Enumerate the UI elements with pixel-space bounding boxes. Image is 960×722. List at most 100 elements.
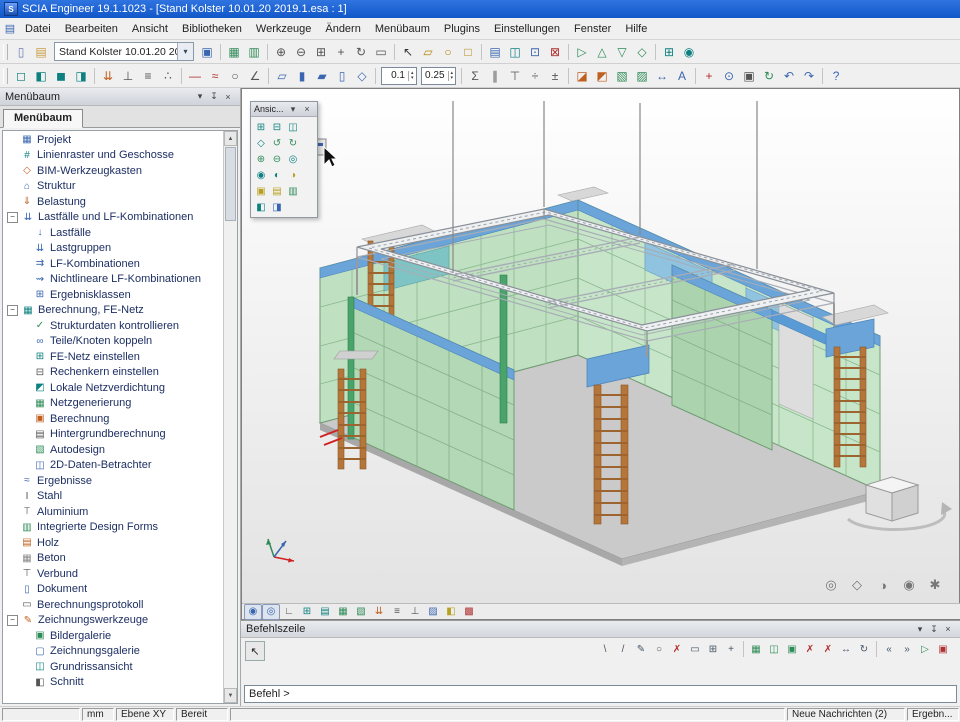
view-settings-gear-icon[interactable]: ✱ xyxy=(925,575,945,595)
lock-view-icon[interactable]: ▣ xyxy=(739,66,759,86)
refresh-icon[interactable]: ↻ xyxy=(759,66,779,86)
palette-menu-icon[interactable]: ▾ xyxy=(286,104,300,115)
tree-item[interactable]: ▤Hintergrundberechnung xyxy=(3,427,223,443)
grid-icon[interactable]: ⊞ xyxy=(659,42,679,62)
tree-item[interactable]: ⌂Struktur xyxy=(3,179,223,195)
snap-step-spinner[interactable]: 0.1▴▾ xyxy=(381,67,417,85)
menu-item[interactable]: Einstellungen xyxy=(487,20,567,38)
expand-collapse-icon[interactable]: − xyxy=(7,615,18,626)
view-y-icon[interactable]: △ xyxy=(592,42,612,62)
view-front-icon[interactable]: ⊟ xyxy=(269,119,285,135)
move-command-icon[interactable]: ↔ xyxy=(837,640,855,658)
status-segment[interactable]: Neue Nachrichten (2) xyxy=(787,708,905,721)
pan-icon[interactable]: + xyxy=(331,42,351,62)
select-circle-icon[interactable]: ○ xyxy=(438,42,458,62)
menu-item[interactable]: Bibliotheken xyxy=(175,20,249,38)
open-project-icon[interactable]: ▤ xyxy=(31,42,51,62)
beam-icon[interactable]: ▱ xyxy=(272,66,292,86)
isolate-icon[interactable]: ◩ xyxy=(592,66,612,86)
rotate-view-icon[interactable]: ↻ xyxy=(351,42,371,62)
rotate-right-icon[interactable]: ↻ xyxy=(285,135,301,151)
redo-icon[interactable]: ↷ xyxy=(799,66,819,86)
tree-item[interactable]: ◫Grundrissansicht xyxy=(3,659,223,675)
delete-command-icon[interactable]: ✗ xyxy=(819,640,837,658)
zoom-in-icon[interactable]: ⊕ xyxy=(271,42,291,62)
tab-menubaum[interactable]: Menübaum xyxy=(3,109,83,128)
dock-menu-icon[interactable]: ▾ xyxy=(193,91,207,102)
menu-item[interactable]: Plugins xyxy=(437,20,487,38)
tree-item[interactable]: ▢Zeichnungsgalerie xyxy=(3,644,223,660)
title-bar[interactable]: S SCIA Engineer 19.1.1023 - [Stand Kolst… xyxy=(0,0,960,18)
previous-view-icon[interactable]: ◑ xyxy=(285,167,301,183)
label-toggle-icon[interactable]: ≡ xyxy=(388,604,406,620)
grid-step-spinner[interactable]: 0.25▴▾ xyxy=(421,67,457,85)
tree-item[interactable]: −⇊Lastfälle und LF-Kombinationen xyxy=(3,210,223,226)
support-toggle-icon[interactable]: ⊥ xyxy=(406,604,424,620)
spinner-arrows-icon[interactable]: ▴▾ xyxy=(408,71,416,81)
ortho-command-icon[interactable]: + xyxy=(722,640,740,658)
scroll-down-icon[interactable]: ▼ xyxy=(224,688,237,703)
snap-point-icon[interactable]: ▦ xyxy=(747,640,765,658)
save-view-icon[interactable]: ▥ xyxy=(285,183,301,199)
ucs-icon[interactable]: + xyxy=(699,66,719,86)
show-supports-icon[interactable]: ⊥ xyxy=(118,66,138,86)
perspective-icon[interactable]: ◉ xyxy=(899,575,919,595)
tree-item[interactable]: ⇉LF-Kombinationen xyxy=(3,256,223,272)
divide-icon[interactable]: ÷ xyxy=(525,66,545,86)
tree-item[interactable]: ▣Berechnung xyxy=(3,411,223,427)
menu-item[interactable]: Hilfe xyxy=(618,20,654,38)
snap-icon[interactable]: ◉ xyxy=(679,42,699,62)
tree-item[interactable]: ▣Bildergalerie xyxy=(3,628,223,644)
print-view-icon[interactable]: ▤ xyxy=(269,183,285,199)
tree-item[interactable]: ▭Berechnungsprotokoll xyxy=(3,597,223,613)
axes-toggle-icon[interactable]: ∟ xyxy=(280,604,298,620)
origin-icon[interactable]: ⊙ xyxy=(719,66,739,86)
erase-command-icon[interactable]: ✗ xyxy=(668,640,686,658)
tree-item[interactable]: ▦Beton xyxy=(3,551,223,567)
new-project-icon[interactable]: ▯ xyxy=(11,42,31,62)
view-axo-icon[interactable]: ◇ xyxy=(253,135,269,151)
tree-item[interactable]: ⊞Ergebnisklassen xyxy=(3,287,223,303)
hide-selection-icon[interactable]: ◪ xyxy=(572,66,592,86)
tree-item[interactable]: ▦Netzgenerierung xyxy=(3,396,223,412)
line-tool-icon[interactable]: — xyxy=(185,66,205,86)
zoom-window-palette-icon[interactable]: ◎ xyxy=(285,151,301,167)
curve-tool-icon[interactable]: ≈ xyxy=(205,66,225,86)
circle-command-icon[interactable]: ○ xyxy=(650,640,668,658)
show-nodes-icon[interactable]: ∴ xyxy=(158,66,178,86)
tree-item[interactable]: ≈Ergebnisse xyxy=(3,473,223,489)
toolbar-grip[interactable] xyxy=(3,68,8,84)
tree-item[interactable]: ▤Holz xyxy=(3,535,223,551)
mesh-display-icon[interactable]: ▨ xyxy=(632,66,652,86)
tree-item[interactable]: ◩Lokale Netzverdichtung xyxy=(3,380,223,396)
status-segment[interactable]: Ebene XY xyxy=(116,708,174,721)
command-menu-icon[interactable]: ▾ xyxy=(913,624,927,635)
wireframe-icon[interactable]: ◻ xyxy=(11,66,31,86)
rendered-icon[interactable]: ◼ xyxy=(51,66,71,86)
tree-item[interactable]: #Linienraster und Geschosse xyxy=(3,148,223,164)
pen-command-icon[interactable]: ✎ xyxy=(632,640,650,658)
cursor-tool-button[interactable]: ↖ xyxy=(245,641,265,661)
snap-mid-icon[interactable]: ◫ xyxy=(765,640,783,658)
mesh-toggle-icon[interactable]: ▨ xyxy=(424,604,442,620)
command-input[interactable]: Befehl > xyxy=(244,685,957,703)
layers-icon[interactable]: ▤ xyxy=(485,42,505,62)
tree-item[interactable]: −▦Berechnung, FE-Netz xyxy=(3,303,223,319)
tree-item[interactable]: ▯Dokument xyxy=(3,582,223,598)
view-z-icon[interactable]: ▽ xyxy=(612,42,632,62)
section-toggle-icon[interactable]: ◧ xyxy=(442,604,460,620)
select-command-icon[interactable]: \ xyxy=(596,640,614,658)
nav-cube-toggle-icon[interactable]: ◇ xyxy=(847,575,867,595)
toolbar-grip[interactable] xyxy=(3,44,8,60)
menu-item[interactable]: Menübaum xyxy=(368,20,437,38)
rect-command-icon[interactable]: ▭ xyxy=(686,640,704,658)
view-x-icon[interactable]: ▷ xyxy=(572,42,592,62)
plate-icon[interactable]: ▰ xyxy=(312,66,332,86)
palette-close-icon[interactable]: × xyxy=(300,104,314,114)
zoom-selection-icon[interactable]: ◐ xyxy=(269,167,285,183)
tree-item[interactable]: IStahl xyxy=(3,489,223,505)
grid-snap-command-icon[interactable]: ⊞ xyxy=(704,640,722,658)
tree-item[interactable]: ⊞FE-Netz einstellen xyxy=(3,349,223,365)
zoom-in-palette-icon[interactable]: ⊕ xyxy=(253,151,269,167)
line-command-icon[interactable]: / xyxy=(614,640,632,658)
